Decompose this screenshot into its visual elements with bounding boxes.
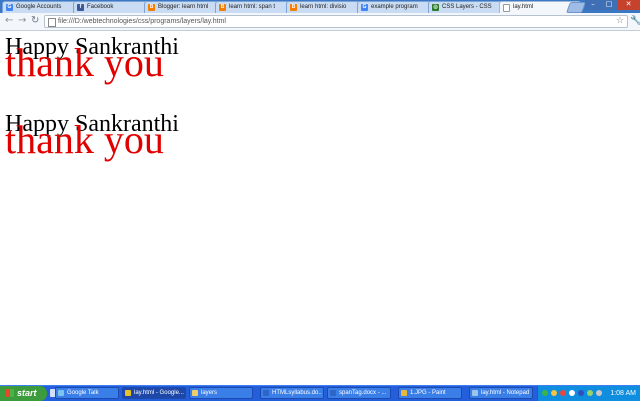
shield-icon[interactable] [551,390,557,396]
url-text[interactable]: file:///D:/webtechnologies/css/programs/… [58,16,226,27]
windows-logo-icon [6,389,14,397]
task-layers-folder[interactable]: layers [189,387,253,399]
task-label: spanTag.docx - ... [339,390,387,396]
web-icon: ◎ [432,4,439,11]
reload-icon[interactable]: ↻ [31,15,39,27]
page-icon [48,18,56,27]
bookmark-star-icon[interactable]: ☆ [616,16,624,27]
google-icon: G [361,4,368,11]
tab-label: learn html: span t [229,4,276,10]
maximize-button[interactable]: □ [601,0,617,10]
tab-learn-html-span[interactable]: B learn html: span t × [215,1,297,13]
start-label: start [17,388,37,398]
new-tab-button[interactable] [565,2,587,13]
tab-label: CSS Layers - CSS [442,4,492,10]
windows-taskbar: start Google Talk lay.html - Google... l… [0,385,640,401]
network-icon[interactable] [542,390,548,396]
tab-css-layers[interactable]: ◎ CSS Layers - CSS × [428,1,510,13]
device-tray-icon[interactable] [596,390,602,396]
page-content: Happy Sankranthi thank you Happy Sankran… [0,31,640,385]
thank-you-text-1: thank you [5,40,164,85]
app-tray-icon[interactable] [578,390,584,396]
task-google-talk[interactable]: Google Talk [55,387,119,399]
task-chrome-lay-html[interactable]: lay.html - Google... [122,387,186,399]
tab-example-program[interactable]: G example program × [357,1,439,13]
minimize-button[interactable]: – [585,0,601,10]
task-label: layers [201,390,218,396]
update-icon[interactable] [560,390,566,396]
clock[interactable]: 1:08 AM [610,386,636,401]
blogger-icon: B [148,4,155,11]
folder-icon [192,390,198,396]
task-label: lay.html - Google... [134,390,184,396]
thank-you-text-2: thank you [5,117,164,162]
tab-label: lay.html [513,4,534,10]
wrench-icon[interactable]: 🔧 [630,15,640,27]
chrome-icon [125,390,131,396]
task-label: lay.html - Notepad [481,390,530,396]
task-label: Google Talk [67,390,99,396]
task-spantag-docx[interactable]: spanTag.docx - ... [327,387,391,399]
back-arrow-icon[interactable]: ← [5,15,13,27]
word-icon [263,390,269,396]
tab-facebook[interactable]: f Facebook × [73,1,155,13]
start-button[interactable]: start [0,386,47,401]
task-notepad[interactable]: lay.html - Notepad [469,387,533,399]
google-icon: G [6,4,13,11]
page-icon [503,4,510,12]
browser-toolbar: ← → ↻ file:///D:/webtechnologies/css/pro… [0,13,640,31]
forward-arrow-icon[interactable]: → [18,15,26,27]
notepad-icon [472,390,478,396]
chat-tray-icon[interactable] [587,390,593,396]
task-label: 1.JPG - Paint [410,390,446,396]
system-tray: 1:08 AM [537,386,640,401]
task-paint[interactable]: 1.JPG - Paint [398,387,462,399]
tab-label: Blogger: learn html [158,4,209,10]
tab-learn-html-division[interactable]: B learn html: divisio × [286,1,368,13]
blogger-icon: B [290,4,297,11]
address-bar[interactable]: file:///D:/webtechnologies/css/programs/… [44,15,628,28]
tab-google-accounts[interactable]: G Google Accounts × [2,1,84,13]
tab-label: Google Accounts [16,4,62,10]
tab-label: learn html: divisio [300,4,347,10]
browser-tab-strip: G Google Accounts × f Facebook × B Blogg… [0,0,640,13]
blogger-icon: B [219,4,226,11]
talk-icon [58,390,64,396]
tab-blogger[interactable]: B Blogger: learn html × [144,1,226,13]
volume-icon[interactable] [569,390,575,396]
facebook-icon: f [77,4,84,11]
task-html-syllabus[interactable]: HTMLsyllabus.do... [260,387,324,399]
word-icon [330,390,336,396]
task-label: HTMLsyllabus.do... [272,390,322,396]
tab-label: Facebook [87,4,114,10]
window-close-button[interactable]: ✕ [617,0,640,10]
tab-label: example program [371,4,418,10]
paint-icon [401,390,407,396]
